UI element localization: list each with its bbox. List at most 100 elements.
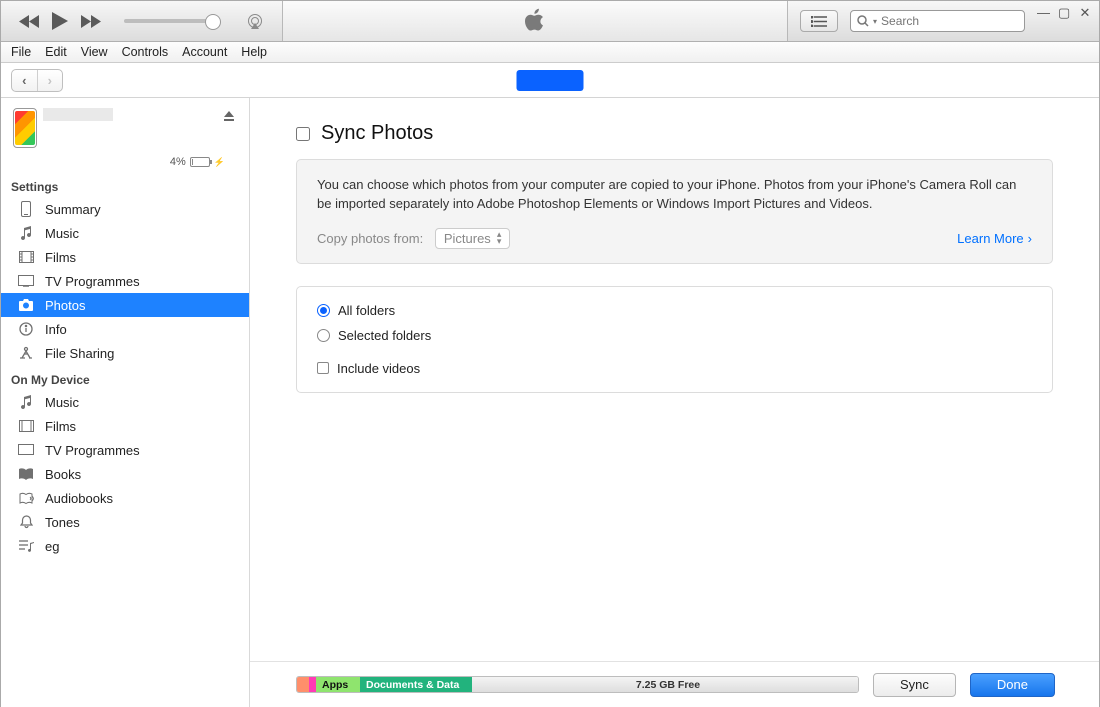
device-icon — [17, 201, 35, 217]
capacity-segment-photos — [297, 677, 309, 692]
play-button[interactable] — [52, 12, 68, 30]
sidebar-item-info[interactable]: Info — [1, 317, 249, 341]
camera-icon — [17, 299, 35, 311]
menu-view[interactable]: View — [81, 45, 108, 59]
search-input[interactable] — [881, 14, 1036, 28]
audiobook-icon — [17, 492, 35, 505]
sidebar-item-label: Summary — [45, 202, 101, 217]
search-box[interactable]: ▾ — [850, 10, 1025, 32]
menu-account[interactable]: Account — [182, 45, 227, 59]
playback-controls — [1, 12, 264, 30]
page-title: Sync Photos — [321, 122, 433, 145]
nav-forward-button[interactable]: › — [38, 70, 63, 91]
option-label: All folders — [338, 303, 395, 318]
sidebar-device-tones[interactable]: Tones — [1, 510, 249, 534]
view-list-button[interactable] — [800, 10, 838, 32]
option-label: Selected folders — [338, 328, 431, 343]
tv-icon — [17, 275, 35, 287]
sidebar-item-label: Films — [45, 250, 76, 265]
sidebar-section-ondevice: On My Device — [1, 365, 249, 390]
source-select[interactable]: Pictures ▴▾ — [435, 228, 511, 249]
prev-track-button[interactable] — [19, 15, 39, 28]
sidebar-device-films[interactable]: Films — [1, 414, 249, 438]
footer-bar: Apps Documents & Data 7.25 GB Free Sync … — [250, 661, 1099, 707]
close-button[interactable]: ✕ — [1079, 5, 1091, 21]
playlist-icon — [17, 540, 35, 552]
sidebar-item-tv[interactable]: TV Programmes — [1, 269, 249, 293]
info-box: You can choose which photos from your co… — [296, 159, 1053, 264]
battery-percentage: 4% — [170, 156, 186, 168]
sidebar-item-label: Films — [45, 419, 76, 434]
done-button[interactable]: Done — [970, 673, 1055, 697]
menu-edit[interactable]: Edit — [45, 45, 67, 59]
learn-more-link[interactable]: Learn More › — [957, 231, 1032, 246]
sidebar-item-label: Photos — [45, 298, 85, 313]
option-selected-folders[interactable]: Selected folders — [317, 328, 1032, 343]
source-label: Copy photos from: — [317, 231, 423, 246]
film-icon — [17, 251, 35, 263]
option-include-videos[interactable]: Include videos — [317, 361, 1032, 376]
device-name — [43, 108, 113, 121]
toolbar-right: ▾ — [788, 10, 1033, 32]
sidebar-item-label: TV Programmes — [45, 443, 140, 458]
source-value: Pictures — [444, 231, 491, 246]
nav-back-button[interactable]: ‹ — [12, 70, 38, 91]
radio-icon — [317, 304, 330, 317]
menu-bar: File Edit View Controls Account Help — [1, 42, 1099, 63]
next-track-button[interactable] — [81, 15, 101, 28]
maximize-button[interactable]: ▢ — [1058, 5, 1070, 21]
options-box: All folders Selected folders Include vid… — [296, 286, 1053, 393]
capacity-bar: Apps Documents & Data 7.25 GB Free — [296, 676, 859, 693]
airplay-icon[interactable] — [246, 14, 264, 29]
info-icon — [17, 322, 35, 336]
sidebar-item-filesharing[interactable]: File Sharing — [1, 341, 249, 365]
sidebar-device-tv[interactable]: TV Programmes — [1, 438, 249, 462]
sidebar-device-audiobooks[interactable]: Audiobooks — [1, 486, 249, 510]
sidebar-item-label: Audiobooks — [45, 491, 113, 506]
option-label: Include videos — [337, 361, 420, 376]
sidebar-item-music[interactable]: Music — [1, 221, 249, 245]
sidebar-item-label: Tones — [45, 515, 80, 530]
minimize-button[interactable]: — — [1037, 5, 1049, 21]
menu-help[interactable]: Help — [241, 45, 267, 59]
learn-more-label: Learn More — [957, 231, 1023, 246]
bell-icon — [17, 515, 35, 529]
device-header: 4% ⚡ — [1, 98, 249, 172]
sidebar-item-label: Music — [45, 395, 79, 410]
tv-icon — [17, 444, 35, 456]
eject-icon[interactable] — [223, 110, 235, 122]
chevron-right-icon: › — [1028, 231, 1032, 246]
sidebar-item-label: TV Programmes — [45, 274, 140, 289]
dropdown-caret-icon: ▾ — [873, 17, 877, 26]
sidebar-item-label: Info — [45, 322, 67, 337]
sync-photos-checkbox[interactable] — [296, 127, 310, 141]
select-arrows-icon: ▴▾ — [497, 231, 502, 245]
sidebar-item-label: File Sharing — [45, 346, 114, 361]
apple-logo-icon — [524, 8, 546, 34]
device-thumbnail-icon[interactable] — [13, 108, 37, 148]
capacity-segment-free: 7.25 GB Free — [472, 677, 858, 692]
sidebar-item-label: Books — [45, 467, 81, 482]
sidebar-item-summary[interactable]: Summary — [1, 197, 249, 221]
nav-back-forward: ‹ › — [11, 69, 63, 92]
sidebar-item-photos[interactable]: Photos — [1, 293, 249, 317]
sidebar-item-films[interactable]: Films — [1, 245, 249, 269]
radio-icon — [317, 329, 330, 342]
menu-controls[interactable]: Controls — [122, 45, 169, 59]
info-text: You can choose which photos from your co… — [317, 176, 1032, 214]
menu-file[interactable]: File — [11, 45, 31, 59]
sidebar-section-settings: Settings — [1, 172, 249, 197]
sidebar-device-books[interactable]: Books — [1, 462, 249, 486]
nav-bar: ‹ › — [1, 63, 1099, 98]
battery-icon — [190, 157, 210, 167]
option-all-folders[interactable]: All folders — [317, 303, 1032, 318]
sync-button[interactable]: Sync — [873, 673, 956, 697]
capacity-segment-apps: Apps — [316, 677, 360, 692]
checkbox-icon — [317, 362, 329, 374]
film-icon — [17, 420, 35, 432]
sidebar-item-label: eg — [45, 539, 59, 554]
sidebar-device-playlist-eg[interactable]: eg — [1, 534, 249, 558]
sidebar-device-music[interactable]: Music — [1, 390, 249, 414]
active-tab-chip[interactable] — [517, 70, 584, 91]
volume-slider[interactable] — [124, 19, 219, 23]
